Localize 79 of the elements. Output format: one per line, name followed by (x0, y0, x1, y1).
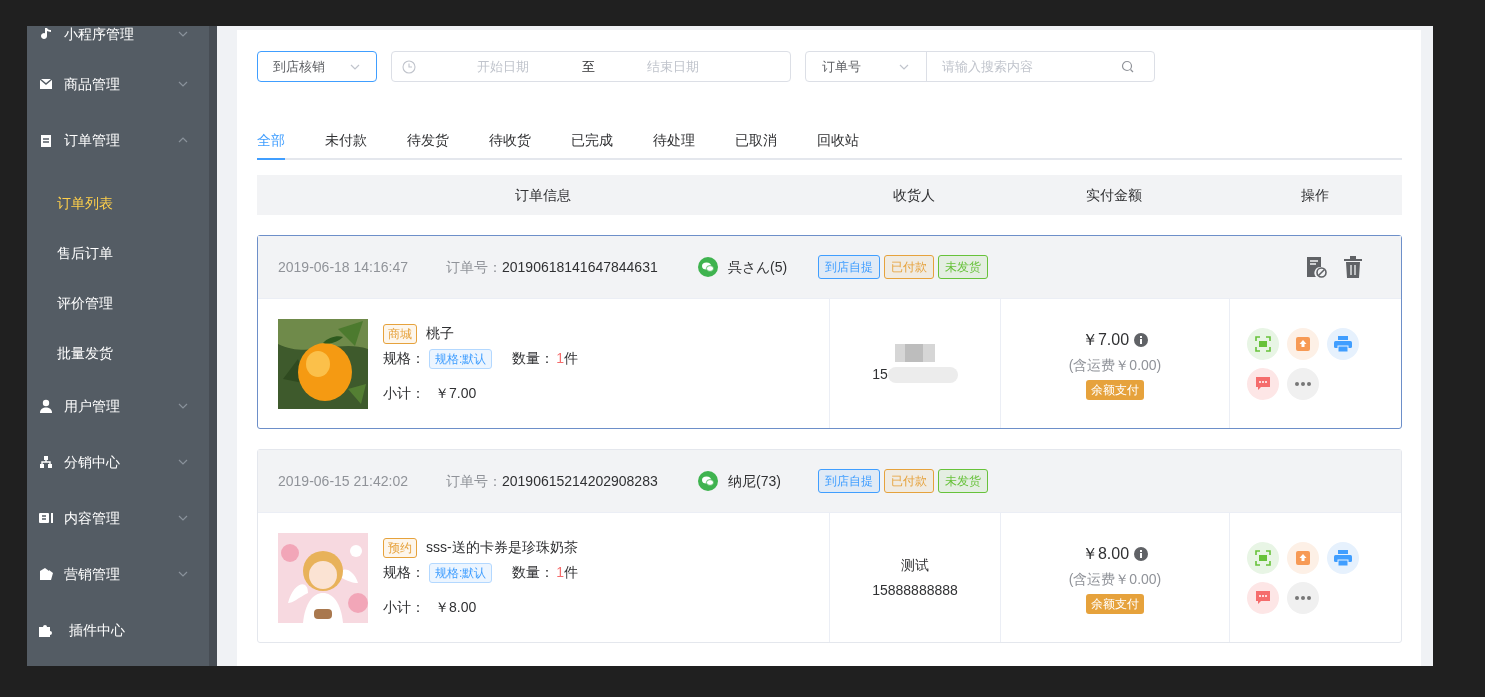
envelope-icon (39, 77, 53, 91)
status-tag: 到店自提 (818, 469, 880, 493)
column-header: 操作 (1301, 185, 1329, 205)
submenu-item[interactable]: 售后订单 (27, 228, 209, 278)
search-icon (1121, 60, 1134, 73)
column-header: 实付金额 (1085, 185, 1142, 205)
sidebar-item[interactable]: 营销管理 (27, 546, 209, 602)
status-tag: 已付款 (884, 255, 934, 279)
status-select[interactable]: 到店核销 (257, 51, 377, 82)
filter-tab[interactable]: 回收站 (817, 122, 859, 160)
column-header: 收货人 (892, 185, 935, 205)
upload-box-icon (1295, 549, 1311, 566)
message-button[interactable] (1247, 367, 1279, 400)
date-range-field[interactable]: 开始日期 至 结束日期 (391, 51, 791, 82)
scan-icon (1255, 335, 1271, 352)
document-icon (39, 511, 53, 525)
filter-tab[interactable]: 待发货 (407, 122, 449, 160)
payment-tag: 余额支付 (1086, 593, 1144, 614)
more-icon (1295, 381, 1311, 386)
more-icon (1295, 595, 1311, 600)
wechat-icon (698, 257, 718, 277)
scan-button[interactable] (1247, 541, 1279, 574)
wechat-icon (698, 471, 718, 491)
sidebar-item[interactable]: 用户管理 (27, 378, 209, 434)
upload-box-icon (1295, 335, 1311, 352)
filter-tab[interactable]: 待收货 (489, 122, 531, 160)
filter-tab[interactable]: 已完成 (571, 122, 613, 160)
sidebar-item[interactable]: 插件中心 (27, 602, 209, 658)
filter-tab[interactable]: 待处理 (653, 122, 695, 160)
more-button[interactable] (1287, 581, 1319, 614)
scan-button[interactable] (1247, 327, 1279, 360)
printer-icon (1334, 335, 1352, 352)
filter-tab[interactable]: 未付款 (325, 122, 367, 160)
upload-button[interactable] (1287, 327, 1319, 360)
music-note-icon (39, 27, 53, 41)
status-tag: 到店自提 (818, 255, 880, 279)
sidebar-item[interactable]: 内容管理 (27, 490, 209, 546)
scan-icon (1255, 549, 1271, 566)
message-button[interactable] (1247, 581, 1279, 614)
order-header: 2019-06-15 21:42:02 订单号：20190615214202908283 纳尼(73) 到店自提 已付款 未发货 (258, 450, 1401, 512)
print-button[interactable] (1327, 327, 1359, 360)
search-field[interactable]: 订单号 请输入搜索内容 (805, 51, 1155, 82)
status-tag: 已付款 (884, 469, 934, 493)
hierarchy-icon (39, 455, 53, 469)
submenu-item[interactable]: 评价管理 (27, 278, 209, 328)
submenu-item[interactable]: 批量发货 (27, 328, 209, 378)
sidebar-item[interactable]: 小程序管理 (27, 26, 209, 56)
message-icon (1255, 589, 1271, 606)
clock-icon (402, 59, 416, 74)
sidebar-item[interactable]: 分销中心 (27, 434, 209, 490)
more-button[interactable] (1287, 367, 1319, 400)
order-card: 2019-06-15 21:42:02 订单号：20190615214202908283 纳尼(73) 到店自提 已付款 未发货 预约 sss-送的卡券是珍珠奶茶 规格： 规格:默认 数量：1件 小计： ￥8.00 测试 15888888888 ￥8.00 (含运费￥0.00) 余额支付 (257, 449, 1402, 643)
print-button[interactable] (1327, 541, 1359, 574)
column-header: 订单信息 (514, 185, 571, 205)
disable-icon[interactable] (1305, 256, 1327, 278)
spec-tag: 规格:默认 (429, 348, 493, 369)
printer-icon (1334, 549, 1352, 566)
trash-icon[interactable] (1343, 256, 1363, 278)
source-tag: 预约 (383, 537, 417, 558)
payment-tag: 余额支付 (1086, 379, 1144, 400)
order-card: 2019-06-18 14:16:47 订单号：20190618141647844631 呉さん(5) 到店自提 已付款 未发货 商城 桃子 规格： 规格:默认 数量：1件 小计： ￥7.00 15 ￥7.00 (含运费￥0.00) 余额支付 (257, 235, 1402, 429)
clipboard-icon (39, 133, 53, 147)
status-tag: 未发货 (938, 469, 988, 493)
source-tag: 商城 (383, 323, 417, 344)
spec-tag: 规格:默认 (429, 562, 493, 583)
sidebar-item[interactable]: 订单管理 (27, 112, 209, 168)
puzzle-icon (38, 623, 54, 637)
order-header: 2019-06-18 14:16:47 订单号：20190618141647844631 呉さん(5) 到店自提 已付款 未发货 (258, 236, 1401, 298)
filter-tab[interactable]: 已取消 (735, 122, 777, 160)
submenu-item[interactable]: 订单列表 (27, 178, 209, 228)
search-input[interactable]: 请输入搜索内容 (927, 56, 1121, 77)
upload-button[interactable] (1287, 541, 1319, 574)
user-icon (39, 399, 53, 413)
info-icon (1134, 332, 1149, 347)
info-icon (1134, 546, 1149, 561)
tag-icon (38, 567, 54, 581)
status-tag: 未发货 (938, 255, 988, 279)
sidebar-item[interactable]: 商品管理 (27, 56, 209, 112)
message-icon (1255, 375, 1271, 392)
